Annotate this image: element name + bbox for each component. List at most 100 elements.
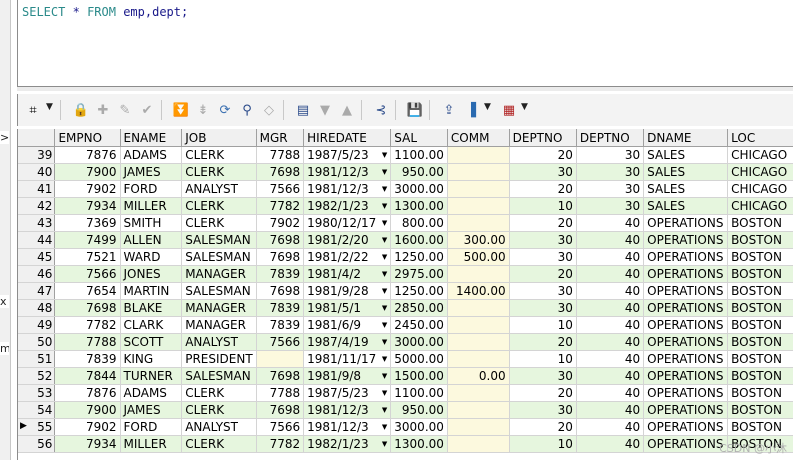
row-number[interactable]: 45: [18, 248, 56, 266]
chevron-down-icon[interactable]: ▼: [484, 102, 491, 112]
column-header-loc[interactable]: LOC: [727, 129, 793, 147]
sal-cell[interactable]: 2450.00: [390, 316, 448, 334]
empno-cell[interactable]: 7782: [54, 316, 121, 334]
comm-cell[interactable]: [447, 384, 510, 402]
mgr-cell[interactable]: 7698: [256, 231, 305, 249]
comm-cell[interactable]: [447, 197, 510, 215]
sal-cell[interactable]: 1250.00: [390, 282, 448, 300]
deptno-cell[interactable]: 20: [509, 265, 577, 283]
loc-cell[interactable]: BOSTON: [727, 299, 793, 317]
loc-cell[interactable]: BOSTON: [727, 350, 793, 368]
loc-cell[interactable]: BOSTON: [727, 214, 793, 232]
comm-cell[interactable]: 1400.00: [447, 282, 510, 300]
ename-cell[interactable]: FORD: [120, 418, 183, 436]
column-header-dname[interactable]: DNAME: [643, 129, 729, 147]
mgr-cell[interactable]: 7698: [256, 163, 305, 181]
ename-cell[interactable]: TURNER: [120, 367, 183, 385]
dname-cell[interactable]: OPERATIONS: [643, 384, 729, 402]
post-icon[interactable]: ✔: [138, 102, 156, 118]
sal-cell[interactable]: 950.00: [390, 163, 448, 181]
sal-cell[interactable]: 950.00: [390, 401, 448, 419]
loc-cell[interactable]: CHICAGO: [727, 146, 793, 164]
empno-cell[interactable]: 7876: [54, 384, 121, 402]
deptno-2-cell[interactable]: 40: [576, 401, 645, 419]
deptno-2-cell[interactable]: 30: [576, 146, 645, 164]
empno-cell[interactable]: 7839: [54, 350, 121, 368]
single-record-icon[interactable]: ▤: [294, 102, 312, 118]
sal-cell[interactable]: 1300.00: [390, 197, 448, 215]
row-number[interactable]: 44: [18, 231, 56, 249]
job-cell[interactable]: CLERK: [181, 146, 257, 164]
date-dropdown-icon[interactable]: ▼: [382, 321, 387, 329]
empno-cell[interactable]: 7521: [54, 248, 121, 266]
clear-icon[interactable]: ◇: [260, 102, 278, 118]
sql-editor[interactable]: SELECT * FROM emp,dept;: [17, 0, 793, 87]
deptno-cell[interactable]: 30: [509, 367, 577, 385]
dname-cell[interactable]: OPERATIONS: [643, 367, 729, 385]
ename-cell[interactable]: MILLER: [120, 435, 183, 453]
comm-cell[interactable]: 300.00: [447, 231, 510, 249]
comm-cell[interactable]: 500.00: [447, 248, 510, 266]
table-row[interactable]: 42 7934 MILLER CLERK 7782 1982/1/23 ▼ 1300.00 10…: [18, 197, 793, 215]
empno-cell[interactable]: 7876: [54, 146, 121, 164]
dname-cell[interactable]: OPERATIONS: [643, 401, 729, 419]
ename-cell[interactable]: KING: [120, 350, 183, 368]
column-header-sal[interactable]: SAL: [390, 129, 448, 147]
hiredate-cell[interactable]: 1987/4/19 ▼: [303, 333, 392, 351]
hiredate-cell[interactable]: 1981/12/3 ▼: [303, 163, 392, 181]
mgr-cell[interactable]: 7698: [256, 282, 305, 300]
hiredate-cell[interactable]: 1981/9/8 ▼: [303, 367, 392, 385]
comm-cell[interactable]: [447, 316, 510, 334]
ename-cell[interactable]: SMITH: [120, 214, 183, 232]
table-row[interactable]: 41 7902 FORD ANALYST 7566 1981/12/3 ▼ 3000.00 20…: [18, 180, 793, 198]
mgr-cell[interactable]: 7839: [256, 299, 305, 317]
ename-cell[interactable]: BLAKE: [120, 299, 183, 317]
sal-cell[interactable]: 1300.00: [390, 435, 448, 453]
hiredate-cell[interactable]: 1981/2/22 ▼: [303, 248, 392, 266]
ename-cell[interactable]: JONES: [120, 265, 183, 283]
deptno-2-cell[interactable]: 40: [576, 350, 645, 368]
dname-cell[interactable]: OPERATIONS: [643, 231, 729, 249]
row-number[interactable]: 39: [18, 146, 56, 164]
table-row[interactable]: 47 7654 MARTIN SALESMAN 7698 1981/9/28 ▼ 1250.0…: [18, 282, 793, 300]
empno-cell[interactable]: 7934: [54, 435, 121, 453]
date-dropdown-icon[interactable]: ▼: [382, 355, 387, 363]
mgr-cell[interactable]: 7788: [256, 146, 305, 164]
deptno-cell[interactable]: 20: [509, 418, 577, 436]
empno-cell[interactable]: 7934: [54, 197, 121, 215]
mgr-cell[interactable]: 7839: [256, 265, 305, 283]
row-number[interactable]: 51: [18, 350, 56, 368]
comm-cell[interactable]: [447, 418, 510, 436]
table-row[interactable]: 45 7521 WARD SALESMAN 7698 1981/2/22 ▼ 1250.00 5…: [18, 248, 793, 266]
ename-cell[interactable]: ADAMS: [120, 146, 183, 164]
lock-icon[interactable]: 🔒: [72, 102, 90, 118]
ename-cell[interactable]: JAMES: [120, 401, 183, 419]
empno-cell[interactable]: 7900: [54, 163, 121, 181]
mgr-cell[interactable]: 7698: [256, 401, 305, 419]
empno-cell[interactable]: 7902: [54, 180, 121, 198]
mgr-cell[interactable]: 7698: [256, 367, 305, 385]
deptno-2-cell[interactable]: 40: [576, 299, 645, 317]
deptno-cell[interactable]: 30: [509, 401, 577, 419]
date-dropdown-icon[interactable]: ▼: [382, 304, 387, 312]
job-cell[interactable]: MANAGER: [181, 316, 257, 334]
hiredate-cell[interactable]: 1987/5/23 ▼: [303, 146, 392, 164]
table-row[interactable]: 54 7900 JAMES CLERK 7698 1981/12/3 ▼ 950.00 30 40…: [18, 401, 793, 419]
deptno-2-cell[interactable]: 40: [576, 435, 645, 453]
loc-cell[interactable]: BOSTON: [727, 384, 793, 402]
ename-cell[interactable]: JAMES: [120, 163, 183, 181]
result-grid[interactable]: EMPNO ENAME JOB MGR HIREDATE SAL COMM DE…: [17, 129, 793, 460]
row-number[interactable]: ▶ 55: [18, 418, 56, 436]
job-cell[interactable]: CLERK: [181, 384, 257, 402]
splitter[interactable]: [17, 87, 793, 91]
comm-cell[interactable]: [447, 146, 510, 164]
deptno-2-cell[interactable]: 40: [576, 214, 645, 232]
sal-cell[interactable]: 1500.00: [390, 367, 448, 385]
mgr-cell[interactable]: 7566: [256, 333, 305, 351]
loc-cell[interactable]: CHICAGO: [727, 180, 793, 198]
table-row[interactable]: 46 7566 JONES MANAGER 7839 1981/4/2 ▼ 2975.00 20…: [18, 265, 793, 283]
date-dropdown-icon[interactable]: ▼: [382, 406, 387, 414]
job-cell[interactable]: SALESMAN: [181, 248, 257, 266]
empno-cell[interactable]: 7844: [54, 367, 121, 385]
job-cell[interactable]: ANALYST: [181, 333, 257, 351]
